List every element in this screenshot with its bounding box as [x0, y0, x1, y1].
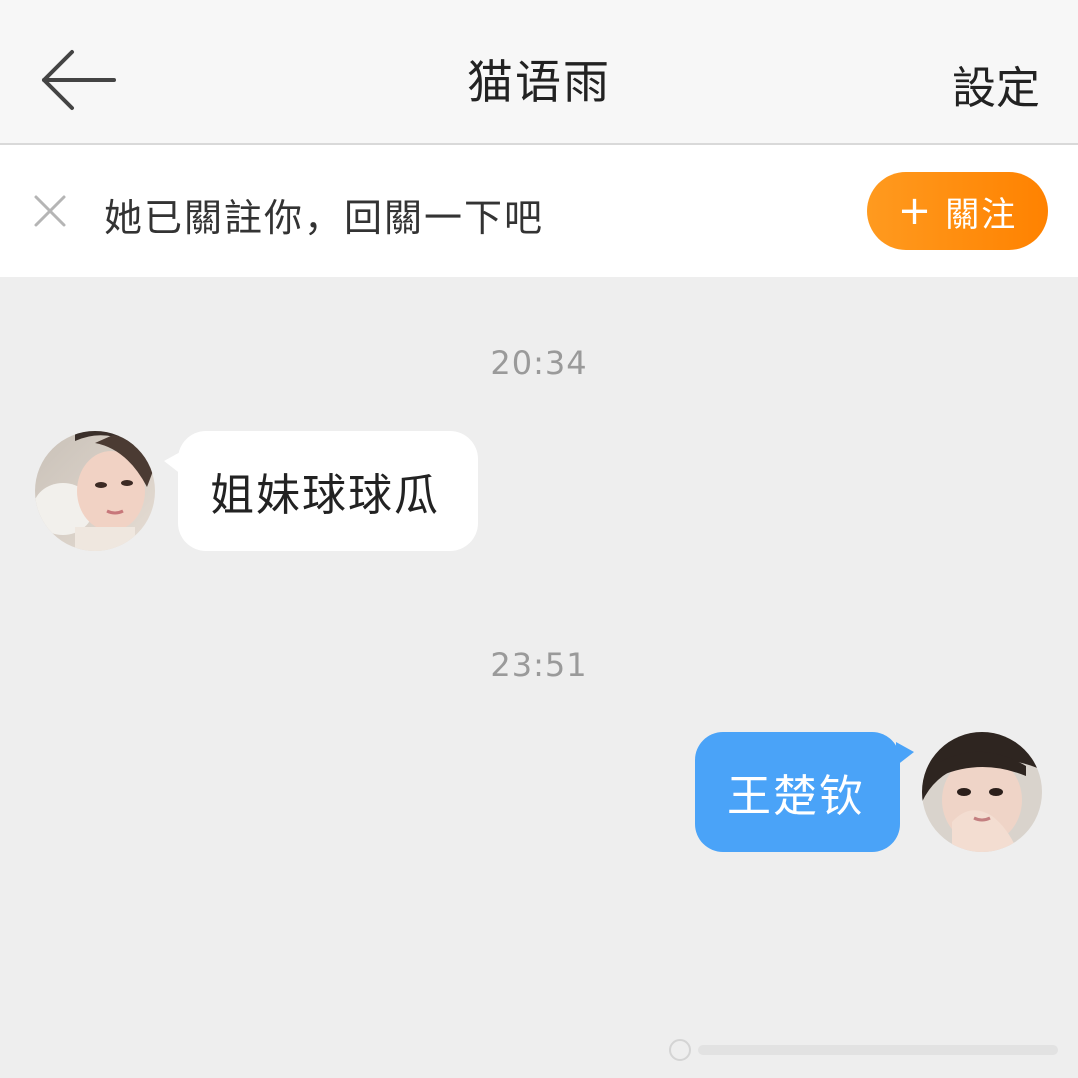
- contact-avatar-image: [35, 431, 155, 551]
- follow-button-label: 關注: [945, 194, 1018, 235]
- settings-button[interactable]: 設定: [952, 52, 1040, 116]
- message-text: 姐妹球球瓜: [210, 470, 440, 521]
- outgoing-message-bubble[interactable]: 王楚钦: [695, 732, 914, 852]
- close-icon: [34, 195, 66, 227]
- message-text: 王楚钦: [727, 771, 865, 822]
- nav-header: 猫语雨 設定: [0, 0, 1078, 145]
- message-timestamp: 20:34: [490, 344, 588, 382]
- message-timestamp: 23:51: [490, 646, 588, 684]
- watermark: [668, 1036, 1068, 1064]
- chat-screen: 猫语雨 設定 她已關註你，回關一下吧 + 關注 20:34 姐妹球球瓜 23:5…: [0, 0, 1078, 1078]
- user-avatar[interactable]: [922, 732, 1042, 852]
- follow-back-banner: 她已關註你，回關一下吧 + 關注: [0, 145, 1078, 277]
- follow-button[interactable]: + 關注: [867, 172, 1048, 250]
- user-avatar-image: [922, 732, 1042, 852]
- page-title: 猫语雨: [467, 55, 611, 109]
- close-banner-button[interactable]: [30, 191, 70, 231]
- plus-icon: +: [897, 188, 934, 234]
- follow-back-text: 她已關註你，回關一下吧: [104, 196, 545, 240]
- contact-avatar[interactable]: [35, 431, 155, 551]
- incoming-message-bubble[interactable]: 姐妹球球瓜: [164, 431, 478, 551]
